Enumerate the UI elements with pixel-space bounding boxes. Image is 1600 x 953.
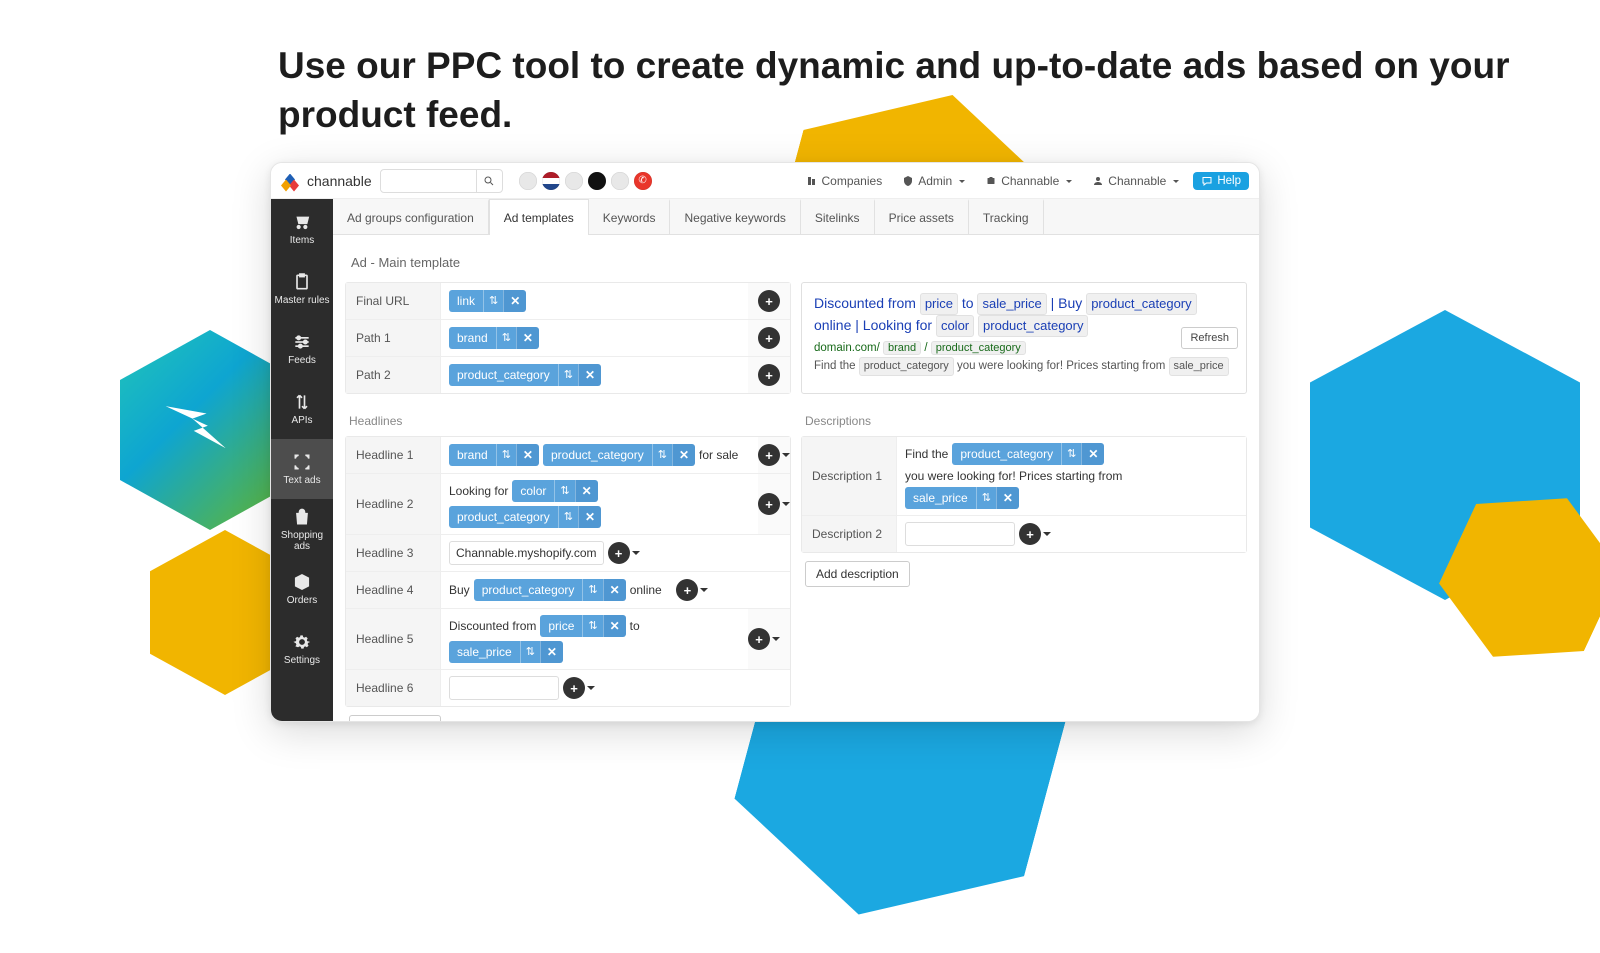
locale-nl-icon[interactable]: [542, 172, 560, 190]
add-token-button[interactable]: +: [563, 677, 595, 699]
cart-icon: [292, 212, 312, 232]
description-2-input[interactable]: [905, 522, 1015, 546]
add-headline-button[interactable]: Add headline: [349, 715, 441, 721]
locale-selector[interactable]: ✆: [519, 172, 652, 190]
sidebar-item-master-rules[interactable]: Master rules: [271, 259, 333, 319]
url-section: Final URL link✕ + Path 1 brand✕ +: [345, 282, 791, 394]
sidebar-item-text-ads[interactable]: Text ads: [271, 439, 333, 499]
sliders-icon: [292, 332, 312, 352]
headline-6-input[interactable]: [449, 676, 559, 700]
user-menu[interactable]: Channable: [1086, 174, 1185, 188]
preview-description: Find the product_category you were looki…: [814, 357, 1234, 376]
locale-dot[interactable]: [519, 172, 537, 190]
search-icon[interactable]: [476, 170, 502, 192]
tab-ad-groups[interactable]: Ad groups configuration: [333, 199, 489, 234]
ad-preview: Refresh Discounted from price to sale_pr…: [801, 282, 1247, 394]
token-product-category[interactable]: product_category✕: [952, 443, 1104, 465]
token-sale-price[interactable]: sale_price✕: [449, 641, 563, 663]
add-token-button[interactable]: +: [758, 327, 780, 349]
token-color[interactable]: color✕: [512, 480, 597, 502]
search-input[interactable]: [381, 172, 476, 190]
section-title: Ad - Main template: [333, 235, 1259, 282]
token-product-category[interactable]: product_category✕: [449, 364, 601, 386]
companies-link[interactable]: Companies: [800, 174, 889, 188]
focus-icon: [292, 452, 312, 472]
brand-name: channable: [307, 173, 372, 189]
headlines-section: Headlines Headline 1 brand✕ product_cate…: [345, 410, 791, 721]
clipboard-icon: [292, 272, 312, 292]
row-headline-6: Headline 6 +: [346, 670, 790, 706]
token-product-category[interactable]: product_category✕: [449, 506, 601, 528]
sidebar-item-apis[interactable]: APIs: [271, 379, 333, 439]
add-token-button[interactable]: +: [758, 493, 790, 515]
global-search[interactable]: [380, 169, 503, 193]
sidebar: Items Master rules Feeds APIs Text ads S…: [271, 199, 333, 721]
token-product-category[interactable]: product_category✕: [543, 444, 695, 466]
row-headline-3: Headline 3 Channable.myshopify.com +: [346, 535, 790, 572]
help-button[interactable]: Help: [1193, 172, 1249, 190]
gear-icon: [292, 632, 312, 652]
token-remove-icon[interactable]: ✕: [516, 327, 539, 349]
tab-keywords[interactable]: Keywords: [589, 199, 671, 234]
arrows-vertical-icon: [292, 392, 312, 412]
add-description-button[interactable]: Add description: [805, 561, 910, 587]
row-headline-4: Headline 4 Buy product_category✕ online …: [346, 572, 790, 609]
token-link[interactable]: link✕: [449, 290, 526, 312]
sidebar-item-orders[interactable]: Orders: [271, 559, 333, 619]
row-path-2: Path 2 product_category✕ +: [346, 357, 790, 393]
tab-ad-templates[interactable]: Ad templates: [489, 199, 589, 235]
add-token-button[interactable]: +: [758, 364, 780, 386]
phone-icon[interactable]: ✆: [634, 172, 652, 190]
headline-3-input[interactable]: Channable.myshopify.com: [449, 541, 604, 565]
org-menu[interactable]: Channable: [979, 174, 1078, 188]
token-brand[interactable]: brand✕: [449, 327, 539, 349]
tab-price-assets[interactable]: Price assets: [875, 199, 969, 234]
sidebar-item-shopping-ads[interactable]: Shopping ads: [271, 499, 333, 559]
admin-menu[interactable]: Admin: [896, 174, 971, 188]
app-window: channable ✆ Companies Admin Channable: [270, 162, 1260, 722]
token-remove-icon[interactable]: ✕: [578, 364, 601, 386]
row-headline-5: Headline 5 Discounted from price✕ to sal…: [346, 609, 790, 670]
row-headline-2: Headline 2 Looking for color✕ product_ca…: [346, 474, 790, 535]
locale-dot[interactable]: [565, 172, 583, 190]
sidebar-item-settings[interactable]: Settings: [271, 619, 333, 679]
tab-bar: Ad groups configuration Ad templates Key…: [333, 199, 1259, 235]
token-price[interactable]: price✕: [540, 615, 625, 637]
row-description-1: Description 1 Find the product_category✕…: [802, 437, 1246, 516]
add-token-button[interactable]: +: [748, 628, 780, 650]
box-icon: [292, 572, 312, 592]
brand-logo-icon: [281, 172, 299, 190]
token-remove-icon[interactable]: ✕: [503, 290, 526, 312]
add-token-button[interactable]: +: [758, 444, 790, 466]
sidebar-item-items[interactable]: Items: [271, 199, 333, 259]
refresh-button[interactable]: Refresh: [1181, 327, 1238, 349]
add-token-button[interactable]: +: [1019, 523, 1051, 545]
tab-tracking[interactable]: Tracking: [969, 199, 1044, 234]
locale-dot[interactable]: [588, 172, 606, 190]
token-brand[interactable]: brand✕: [449, 444, 539, 466]
token-product-category[interactable]: product_category✕: [474, 579, 626, 601]
add-token-button[interactable]: +: [608, 542, 640, 564]
main-panel: Ad groups configuration Ad templates Key…: [333, 199, 1259, 721]
page-headline: Use our PPC tool to create dynamic and u…: [278, 42, 1600, 140]
token-sale-price[interactable]: sale_price✕: [905, 487, 1019, 509]
row-final-url: Final URL link✕ +: [346, 283, 790, 320]
tab-negative-keywords[interactable]: Negative keywords: [670, 199, 800, 234]
row-headline-1: Headline 1 brand✕ product_category✕ for …: [346, 437, 790, 474]
preview-url: domain.com/ brand / product_category: [814, 341, 1234, 355]
tab-sitelinks[interactable]: Sitelinks: [801, 199, 875, 234]
locale-dot[interactable]: [611, 172, 629, 190]
descriptions-section: Descriptions Description 1 Find the prod…: [801, 410, 1247, 721]
add-token-button[interactable]: +: [676, 579, 708, 601]
shopping-bag-icon: [292, 507, 312, 527]
row-description-2: Description 2 +: [802, 516, 1246, 552]
add-token-button[interactable]: +: [758, 290, 780, 312]
preview-title: Discounted from price to sale_price | Bu…: [814, 293, 1234, 337]
sidebar-item-feeds[interactable]: Feeds: [271, 319, 333, 379]
row-path-1: Path 1 brand✕ +: [346, 320, 790, 357]
app-header: channable ✆ Companies Admin Channable: [271, 163, 1259, 199]
